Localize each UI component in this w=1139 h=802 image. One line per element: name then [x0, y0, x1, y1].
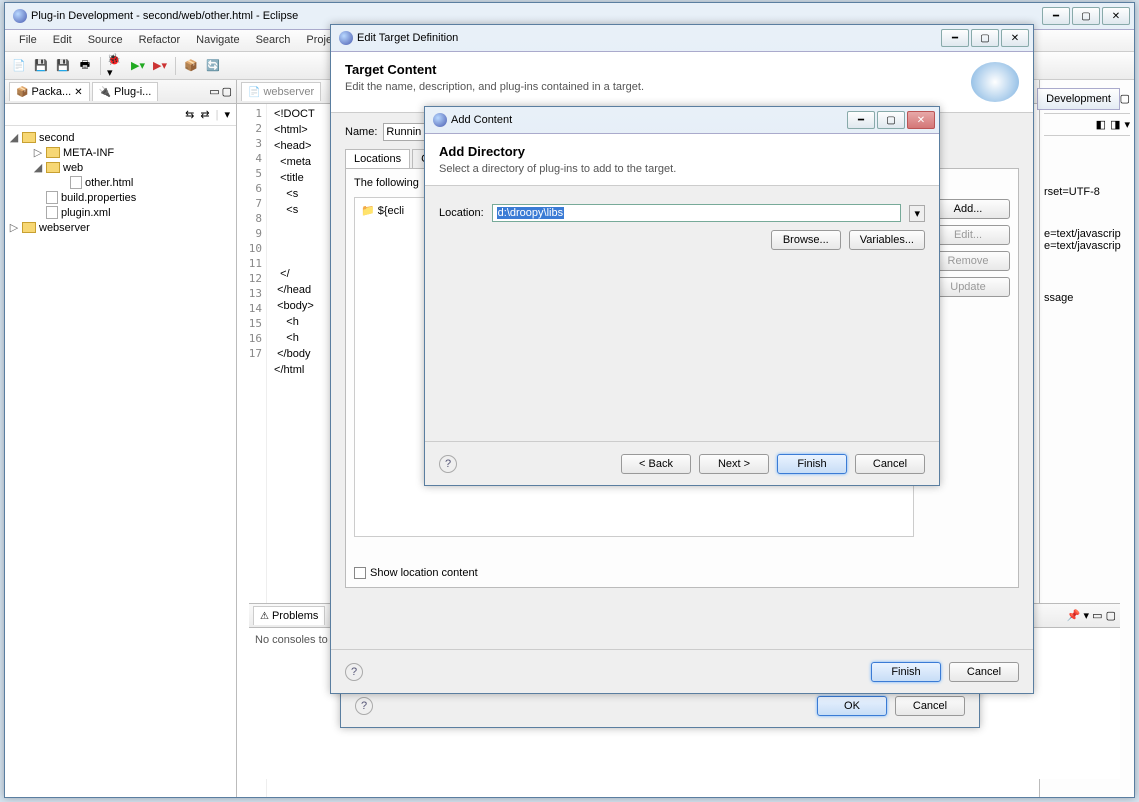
cancel-button[interactable]: Cancel: [895, 696, 965, 716]
save-all-icon[interactable]: 💾: [53, 56, 73, 76]
dropdown-icon[interactable]: ▾: [909, 205, 925, 222]
help-icon[interactable]: ?: [345, 663, 363, 681]
dialog-titlebar[interactable]: Edit Target Definition ━ ▢ ✕: [331, 25, 1033, 51]
tree-node[interactable]: plugin.xml: [61, 207, 111, 219]
file-icon: [70, 176, 82, 189]
tree-node[interactable]: second: [39, 132, 74, 144]
package-icon[interactable]: 📦: [181, 56, 201, 76]
help-icon[interactable]: ?: [439, 455, 457, 473]
maximize-view-icon[interactable]: ▢: [222, 85, 232, 98]
perspective-button[interactable]: Development: [1037, 88, 1120, 110]
tab-package-explorer[interactable]: 📦 Packa... ✕: [9, 82, 90, 101]
folder-icon: [22, 132, 36, 143]
menu-search[interactable]: Search: [248, 30, 299, 51]
finish-button[interactable]: Finish: [871, 662, 941, 682]
outline-item[interactable]: e=text/javascrip: [1044, 240, 1130, 252]
dialog-title: Add Content: [451, 114, 512, 126]
file-icon: [46, 206, 58, 219]
folder-icon: [46, 147, 60, 158]
file-icon: [46, 191, 58, 204]
eclipse-icon: [433, 113, 447, 127]
add-content-dialog: Add Content ━ ▢ ✕ Add Directory Select a…: [424, 106, 940, 486]
tree-node[interactable]: META-INF: [63, 147, 114, 159]
print-icon[interactable]: 🖶: [75, 56, 95, 76]
new-icon[interactable]: 📄: [9, 56, 29, 76]
menu-refactor[interactable]: Refactor: [131, 30, 189, 51]
tab-plugins[interactable]: 🔌 Plug-i...: [92, 82, 159, 101]
tree-node[interactable]: build.properties: [61, 192, 136, 204]
project-tree[interactable]: ◢second ▷META-INF ◢web other.html build.…: [5, 126, 236, 797]
dialog-subtext: Edit the name, description, and plug-ins…: [345, 81, 971, 93]
tree-node[interactable]: webserver: [39, 222, 90, 234]
location-label: Location:: [439, 207, 484, 219]
link-editor-icon[interactable]: ⇄: [200, 108, 209, 121]
close-button[interactable]: ✕: [907, 111, 935, 129]
editor-tab[interactable]: 📄 webserver: [241, 82, 321, 101]
cancel-button[interactable]: Cancel: [949, 662, 1019, 682]
window-title: Plug-in Development - second/web/other.h…: [31, 10, 298, 22]
show-location-label: Show location content: [370, 567, 478, 579]
name-label: Name:: [345, 126, 377, 138]
menu-edit[interactable]: Edit: [45, 30, 80, 51]
dialog-subtext: Select a directory of plug-ins to add to…: [439, 163, 925, 175]
variables-button[interactable]: Variables...: [849, 230, 925, 250]
collapse-all-icon[interactable]: ⇆: [185, 108, 194, 121]
next-button[interactable]: Next >: [699, 454, 769, 474]
tree-node[interactable]: web: [63, 162, 83, 174]
package-explorer-view: 📦 Packa... ✕ 🔌 Plug-i... ▭ ▢ ⇆ ⇄ | ▾ ◢se…: [5, 80, 237, 797]
tab-label: Problems: [272, 610, 318, 622]
console-pin-icon[interactable]: 📌: [1067, 609, 1081, 622]
perspective-label: Development: [1046, 93, 1111, 105]
tab-label: Plug-i...: [114, 86, 151, 98]
maximize-button[interactable]: ▢: [971, 29, 999, 47]
view-menu-icon[interactable]: ▾: [1084, 609, 1090, 622]
browse-button[interactable]: Browse...: [771, 230, 841, 250]
eclipse-icon: [13, 9, 27, 23]
tab-label: Packa...: [31, 86, 71, 98]
dialog-titlebar[interactable]: Add Content ━ ▢ ✕: [425, 107, 939, 133]
menu-file[interactable]: File: [11, 30, 45, 51]
minimize-button[interactable]: ━: [941, 29, 969, 47]
minimize-button[interactable]: ━: [847, 111, 875, 129]
cancel-button[interactable]: Cancel: [855, 454, 925, 474]
dialog-heading: Add Directory: [439, 144, 925, 159]
finish-button[interactable]: Finish: [777, 454, 847, 474]
minimize-button[interactable]: ━: [1042, 7, 1070, 25]
tree-node[interactable]: other.html: [85, 177, 133, 189]
refresh-icon[interactable]: 🔄: [203, 56, 223, 76]
dialog-heading: Target Content: [345, 62, 971, 77]
debug-icon[interactable]: 🐞▾: [106, 56, 126, 76]
target-icon: [971, 62, 1019, 102]
outline-item[interactable]: ssage: [1044, 292, 1130, 304]
close-button[interactable]: ✕: [1001, 29, 1029, 47]
tab-locations[interactable]: Locations: [345, 149, 410, 169]
ok-button[interactable]: OK: [817, 696, 887, 716]
show-location-checkbox[interactable]: [354, 567, 366, 579]
eclipse-icon: [339, 31, 353, 45]
dialog-header: Target Content Edit the name, descriptio…: [331, 52, 1033, 113]
maximize-button[interactable]: ▢: [877, 111, 905, 129]
save-icon[interactable]: 💾: [31, 56, 51, 76]
location-input[interactable]: d:\droopy\libs: [492, 204, 902, 222]
dialog-title: Edit Target Definition: [357, 32, 458, 44]
close-button[interactable]: ✕: [1102, 7, 1130, 25]
help-icon[interactable]: ?: [355, 697, 373, 715]
run-icon[interactable]: ▶▾: [128, 56, 148, 76]
maximize-button[interactable]: ▢: [1072, 7, 1100, 25]
editor-tab-label: webserver: [263, 86, 314, 98]
folder-icon: [22, 222, 36, 233]
folder-icon: [46, 162, 60, 173]
external-tools-icon[interactable]: ▶▾: [150, 56, 170, 76]
menu-navigate[interactable]: Navigate: [188, 30, 247, 51]
outline-item[interactable]: e=text/javascrip: [1044, 228, 1130, 240]
menu-source[interactable]: Source: [80, 30, 131, 51]
back-button[interactable]: < Back: [621, 454, 691, 474]
tab-problems[interactable]: ⚠ Problems: [253, 606, 325, 625]
view-menu-icon[interactable]: ▾: [224, 108, 230, 121]
dialog-header: Add Directory Select a directory of plug…: [425, 134, 939, 186]
minimize-view-icon[interactable]: ▭: [209, 85, 219, 98]
outline-item[interactable]: rset=UTF-8: [1044, 186, 1130, 198]
